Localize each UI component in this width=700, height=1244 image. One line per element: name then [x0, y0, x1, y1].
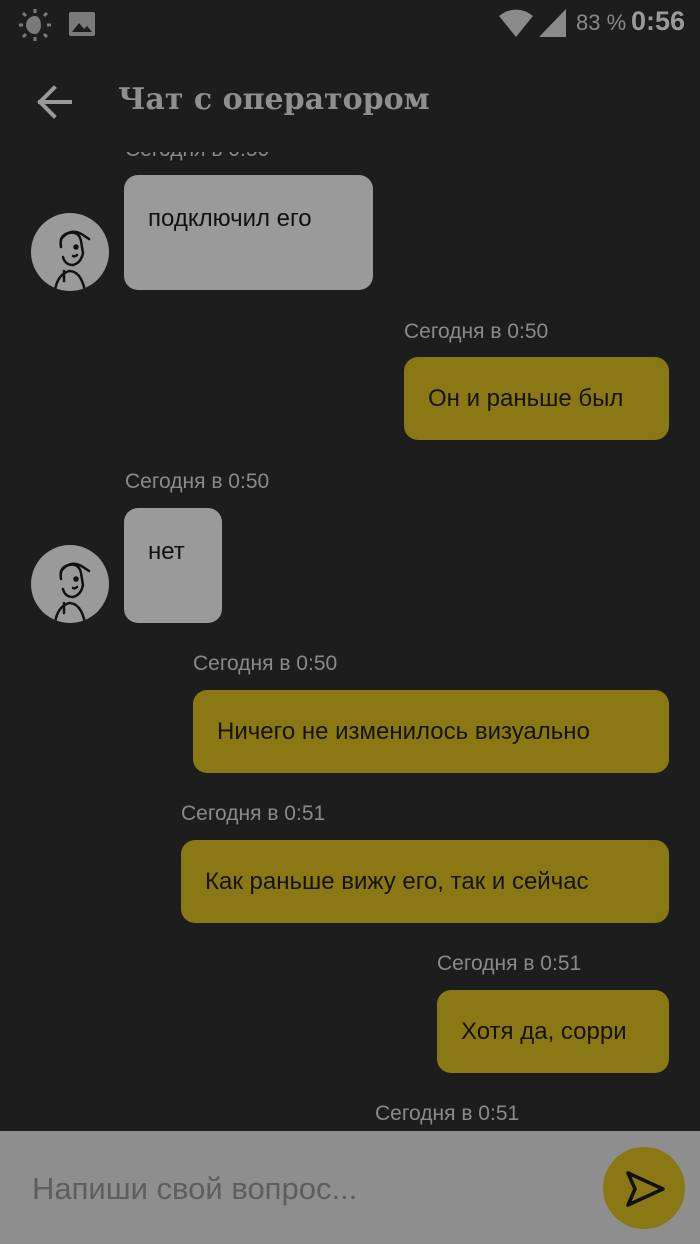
send-icon [623, 1167, 667, 1216]
message-input-bar [0, 1131, 700, 1244]
user-message-bubble: Он и раньше был [404, 357, 669, 440]
message-timestamp: Сегодня в 0:51 [181, 802, 326, 825]
message-text: нет [148, 538, 185, 565]
message-text: Ничего не изменилось визуально [217, 718, 590, 745]
operator-avatar [31, 545, 109, 623]
operator-message-bubble: подключил его [124, 175, 373, 290]
message-timestamp: Сегодня в 0:51 [437, 952, 582, 975]
signal-icon [538, 8, 568, 43]
operator-avatar [31, 213, 109, 291]
app-bar: Чат с оператором [0, 48, 700, 152]
page-title: Чат с оператором [118, 82, 430, 117]
message-text: Хотя да, сорри [461, 1018, 627, 1045]
user-message-bubble: Как раньше вижу его, так и сейчас [181, 840, 669, 923]
user-message-bubble: Ничего не изменилось визуально [193, 690, 669, 773]
image-icon [68, 11, 96, 42]
battery-percent: 83 % [576, 10, 627, 35]
message-timestamp: Сегодня в 0:50 [125, 152, 269, 162]
clock: 0:56 [631, 6, 686, 36]
message-timestamp: Сегодня в 0:51 [375, 1102, 520, 1125]
message-input[interactable] [30, 1161, 574, 1217]
wifi-icon [498, 8, 534, 43]
message-timestamp: Сегодня в 0:50 [404, 320, 549, 343]
message-text: Он и раньше был [428, 385, 624, 412]
chat-message-list[interactable]: Сегодня в 0:50 подключил его Сегодня в 0… [0, 152, 700, 1131]
message-timestamp: Сегодня в 0:50 [125, 470, 270, 493]
brightness-icon [18, 8, 52, 47]
message-timestamp: Сегодня в 0:50 [193, 652, 338, 675]
arrow-back-icon[interactable] [30, 80, 78, 124]
user-message-bubble: Хотя да, сорри [437, 990, 669, 1073]
message-text: Как раньше вижу его, так и сейчас [205, 868, 589, 895]
operator-message-bubble: нет [124, 508, 222, 623]
message-text: подключил его [148, 205, 312, 232]
send-button[interactable] [603, 1147, 685, 1229]
status-bar: 83 % 0:56 [0, 0, 700, 48]
